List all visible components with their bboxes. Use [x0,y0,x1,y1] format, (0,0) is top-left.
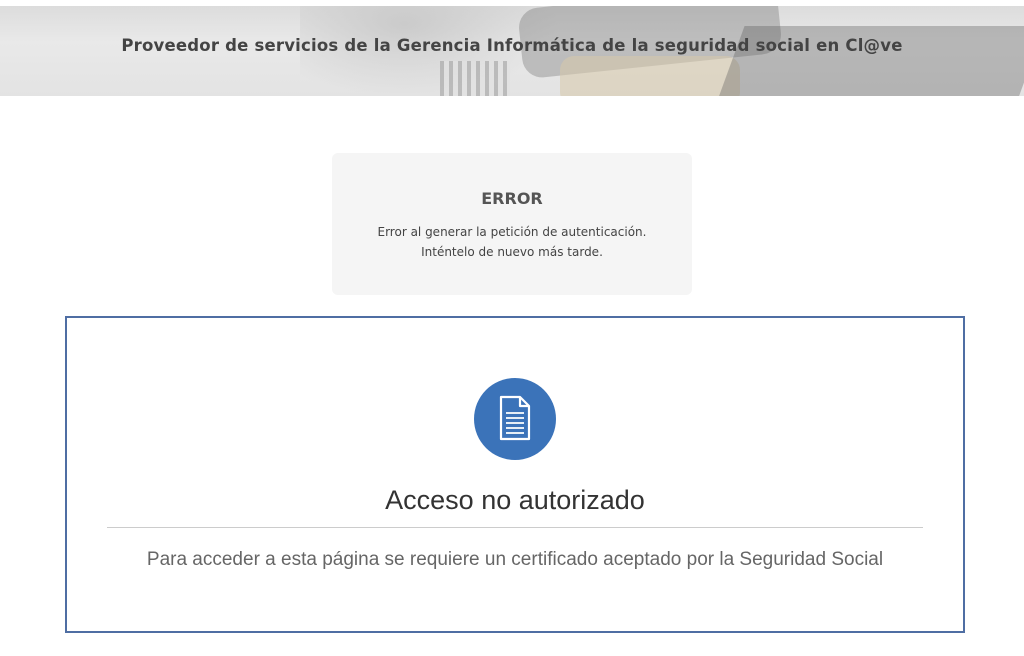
error-message-line: Error al generar la petición de autentic… [377,225,647,239]
access-title: Acceso no autorizado [385,485,645,515]
header-title: Proveedor de servicios de la Gerencia In… [121,36,903,55]
divider [107,527,923,528]
banner-photo-shape [560,56,740,96]
error-box: ERROR Error al generar la petición de au… [332,153,692,295]
header-banner: Proveedor de servicios de la Gerencia In… [0,6,1024,96]
access-panel: Acceso no autorizado Para acceder a esta… [65,316,965,633]
document-icon [474,378,556,460]
page: Proveedor de servicios de la Gerencia In… [0,0,1024,656]
banner-photo-shape [440,61,510,96]
access-message: Para acceder a esta página se requiere u… [146,549,884,570]
error-message-line: Inténtelo de nuevo más tarde. [421,245,603,259]
error-title: ERROR [481,189,543,208]
